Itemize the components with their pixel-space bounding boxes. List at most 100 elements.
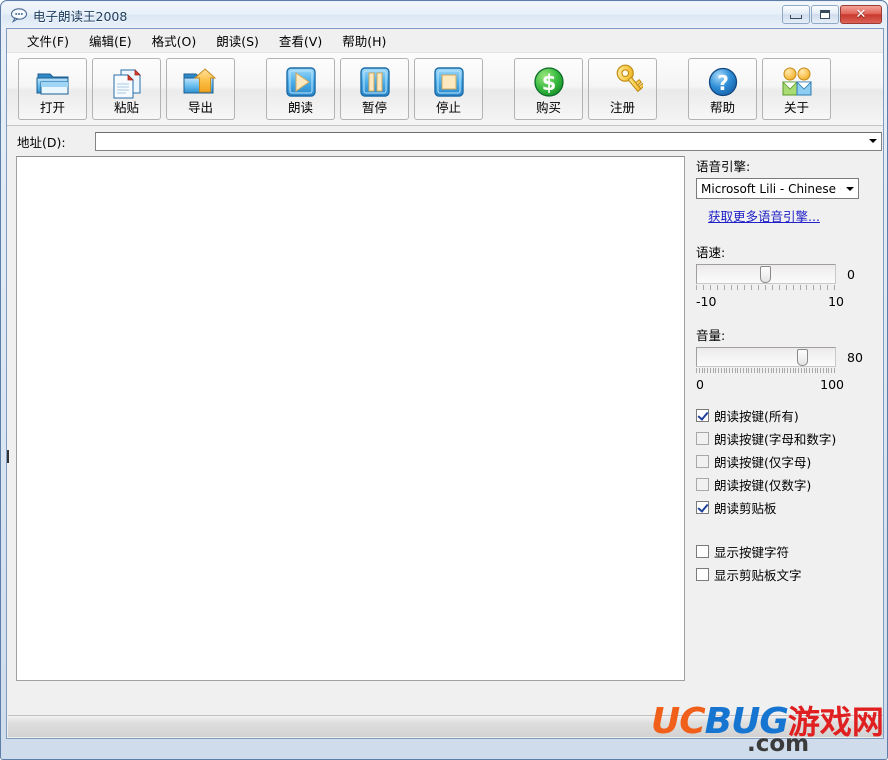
checkbox-box[interactable]: [696, 568, 709, 581]
toolbar-button-stop[interactable]: 停止: [414, 58, 483, 120]
volume-max-label: 100: [820, 377, 844, 392]
volume-range: 0 100: [696, 377, 844, 392]
maximize-icon: [820, 10, 830, 19]
checkbox-label: 朗读剪贴板: [714, 501, 777, 516]
menu-help[interactable]: 帮助(H): [332, 29, 396, 52]
checkbox-box[interactable]: [696, 545, 709, 558]
checkbox-speak-clipboard[interactable]: 朗读剪贴板: [696, 496, 882, 519]
volume-block: 音量: 80 0 100: [696, 325, 882, 392]
rate-min-label: -10: [696, 294, 717, 309]
toolbar-label-register: 注册: [609, 100, 635, 115]
stop-icon: [429, 62, 469, 100]
text-editor-area[interactable]: [16, 156, 685, 681]
text-editor-input[interactable]: [17, 157, 684, 680]
title-bar: 电子朗读王2008 ✕: [2, 2, 886, 28]
toolbar-button-open[interactable]: 打开: [18, 58, 87, 120]
toolbar-button-register[interactable]: 注册: [588, 58, 657, 120]
menu-edit[interactable]: 编辑(E): [79, 29, 142, 52]
minimize-button[interactable]: [782, 5, 810, 24]
menu-file[interactable]: 文件(F): [17, 29, 79, 52]
menu-view[interactable]: 查看(V): [269, 29, 332, 52]
checkbox-speak-keys-digits[interactable]: 朗读按键(仅数字): [696, 473, 882, 496]
toolbar: 打开 粘贴 导出 朗读 暂停 停止 $ 购买 注册 ? 帮助 关于: [7, 53, 883, 126]
rate-max-label: 10: [828, 294, 844, 309]
toolbar-button-export[interactable]: 导出: [166, 58, 235, 120]
checkbox-label: 朗读按键(仅数字): [714, 478, 812, 493]
volume-label: 音量:: [696, 328, 726, 343]
two-people-icon: [777, 62, 817, 100]
checkbox-box[interactable]: [696, 432, 709, 445]
toolbar-label-speak: 朗读: [287, 100, 313, 115]
menu-bar: 文件(F) 编辑(E) 格式(O) 朗读(S) 查看(V) 帮助(H): [7, 29, 883, 53]
volume-slider-thumb[interactable]: [797, 349, 808, 366]
checkbox-speak-keys-all[interactable]: 朗读按键(所有): [696, 404, 882, 427]
checkbox-box[interactable]: [696, 478, 709, 491]
minimize-icon: [790, 15, 802, 19]
volume-value: 80: [847, 349, 863, 365]
checkbox-box[interactable]: [696, 501, 709, 514]
rate-label: 语速:: [696, 245, 726, 260]
chevron-down-icon[interactable]: [865, 133, 881, 150]
checkbox-label: 朗读按键(所有): [714, 409, 799, 424]
toolbar-label-open: 打开: [39, 100, 65, 115]
rate-block: 语速: 0 -10 10: [696, 242, 882, 309]
rate-range: -10 10: [696, 294, 844, 309]
rate-value: 0: [847, 266, 855, 282]
menu-format[interactable]: 格式(O): [142, 29, 207, 52]
checkbox-label: 朗读按键(字母和数字): [714, 432, 837, 447]
checkbox-box[interactable]: [696, 455, 709, 468]
toolbar-button-buy[interactable]: $ 购买: [514, 58, 583, 120]
toolbar-button-speak[interactable]: 朗读: [266, 58, 335, 120]
close-icon: ✕: [855, 7, 867, 22]
close-button[interactable]: ✕: [840, 5, 882, 24]
speech-bubble-icon: [10, 7, 28, 23]
toolbar-label-about: 关于: [783, 100, 809, 115]
checkbox-label: 显示剪贴板文字: [714, 568, 802, 583]
toolbar-label-help: 帮助: [709, 100, 735, 115]
checkbox-speak-keys-alnum[interactable]: 朗读按键(字母和数字): [696, 427, 882, 450]
speak-options-group: 朗读按键(所有) 朗读按键(字母和数字) 朗读按键(仅字母) 朗读按键(仅数字): [696, 404, 882, 519]
toolbar-label-stop: 停止: [435, 100, 461, 115]
paste-icon: [107, 62, 147, 100]
checkbox-show-key-chars[interactable]: 显示按键字符: [696, 540, 882, 563]
address-label: 地址(D):: [17, 134, 66, 150]
window-controls: ✕: [782, 5, 882, 24]
toolbar-button-about[interactable]: 关于: [762, 58, 831, 120]
voice-engine-combobox[interactable]: Microsoft Lili - Chinese (Chin: [696, 178, 859, 199]
toolbar-button-paste[interactable]: 粘贴: [92, 58, 161, 120]
rate-slider-thumb[interactable]: [760, 266, 771, 283]
menu-speak[interactable]: 朗读(S): [206, 29, 269, 52]
checkbox-speak-keys-letters[interactable]: 朗读按键(仅字母): [696, 450, 882, 473]
get-more-voices-link[interactable]: 获取更多语音引擎...: [708, 209, 820, 224]
export-folder-arrow-icon: [181, 62, 221, 100]
checkbox-label: 朗读按键(仅字母): [714, 455, 812, 470]
toolbar-button-help[interactable]: ? 帮助: [688, 58, 757, 120]
checkbox-label: 显示按键字符: [714, 545, 790, 560]
toolbar-button-pause[interactable]: 暂停: [340, 58, 409, 120]
volume-slider[interactable]: [696, 347, 836, 367]
rate-slider-ticks: [696, 285, 836, 291]
rate-slider[interactable]: [696, 264, 836, 284]
toolbar-label-export: 导出: [187, 100, 213, 115]
voice-engine-block: 语音引擎: Microsoft Lili - Chinese (Chin 获取更…: [696, 156, 882, 225]
pause-icon: [355, 62, 395, 100]
address-combobox[interactable]: [95, 131, 882, 151]
svg-text:$: $: [541, 71, 556, 95]
volume-min-label: 0: [696, 377, 704, 392]
main-content: 语音引擎: Microsoft Lili - Chinese (Chin 获取更…: [7, 156, 883, 681]
client-area: 文件(F) 编辑(E) 格式(O) 朗读(S) 查看(V) 帮助(H) 打开 粘…: [6, 28, 884, 739]
address-input[interactable]: [96, 132, 865, 150]
display-options-group: 显示按键字符 显示剪贴板文字: [696, 540, 882, 586]
checkbox-box[interactable]: [696, 409, 709, 422]
maximize-button[interactable]: [811, 5, 839, 24]
chevron-down-icon[interactable]: [841, 179, 858, 198]
toolbar-label-buy: 购买: [535, 100, 561, 115]
status-bar: [8, 715, 883, 737]
key-icon: [603, 62, 645, 100]
rate-slider-row: 0: [696, 264, 882, 284]
question-circle-icon: ?: [703, 62, 743, 100]
checkbox-show-clipboard-text[interactable]: 显示剪贴板文字: [696, 563, 882, 586]
toolbar-label-pause: 暂停: [361, 100, 387, 115]
play-icon: [281, 62, 321, 100]
open-folder-icon: [33, 62, 73, 100]
